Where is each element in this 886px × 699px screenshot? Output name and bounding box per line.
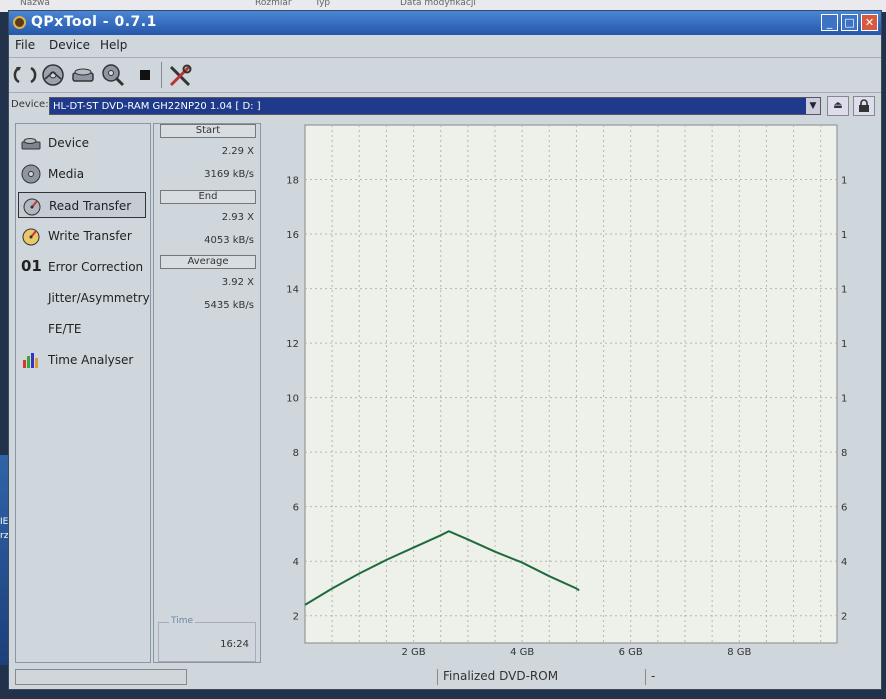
end-speed: 2.93 X [221,212,254,223]
stop-icon[interactable] [133,63,157,87]
lock-icon [859,99,869,112]
end-header: End [160,190,256,204]
y-tick-label-right: 18 [841,176,847,187]
status-extra: - [651,669,656,683]
y-tick-label-left: 18 [286,176,299,187]
sidebar-item-media[interactable]: Media [18,161,146,187]
sidebar-item-label: Device [48,136,90,150]
sidebar-item-device[interactable]: Device [18,130,146,156]
sidebar-item-label: Jitter/Asymmetry [48,291,150,305]
average-speed: 3.92 X [221,277,254,288]
test-sidebar: Device Media Read Transfer Write Transfe… [15,123,151,663]
sidebar-item-label: Media [48,167,85,181]
plot-area [304,124,838,644]
status-separator [645,669,646,685]
end-rate: 4053 kB/s [204,235,254,246]
test-start-icon[interactable] [101,63,125,87]
start-speed: 2.29 X [221,146,254,157]
sidebar-item-write-transfer[interactable]: Write Transfer [18,223,146,249]
chevron-down-icon[interactable]: ▼ [806,98,820,114]
sidebar-item-label: FE/TE [48,322,82,336]
read-transfer-icon [23,198,41,216]
background-column-type: Typ [315,0,331,8]
y-tick-label-right: 2 [841,612,847,623]
write-transfer-icon [22,228,40,246]
sidebar-item-fe-te[interactable]: FE/TE [18,316,146,342]
bar-chart-icon [23,353,38,368]
y-tick-label-left: 10 [286,394,299,405]
device-scan-icon[interactable] [71,63,95,87]
close-button[interactable]: ✕ [861,14,878,31]
maximize-button[interactable]: □ [841,14,858,31]
y-tick-label-left: 6 [293,503,299,514]
y-tick-label-right: 8 [841,448,847,459]
menu-help[interactable]: Help [100,38,127,52]
toolbar [9,57,881,93]
qpxtool-window: QPxTool - 0.7.1 _ □ ✕ File Device Help D… [8,10,882,690]
y-tick-label-right: 12 [841,339,847,350]
y-tick-label-right: 14 [841,285,847,296]
lock-button[interactable] [853,96,875,116]
start-rate: 3169 kB/s [204,169,254,180]
minimize-button[interactable]: _ [821,14,838,31]
media-disc-icon[interactable] [41,63,65,87]
sidebar-item-jitter-asymmetry[interactable]: Jitter/Asymmetry [18,285,150,311]
y-tick-label-left: 8 [293,448,299,459]
y-tick-label-right: 6 [841,503,847,514]
eject-button[interactable]: ⏏ [827,96,849,116]
menu-bar: File Device Help [9,35,881,55]
device-row: Device: HL-DT-ST DVD-RAM GH22NP20 1.04 [… [9,95,881,117]
sidebar-item-label: Write Transfer [48,229,132,243]
y-tick-label-right: 16 [841,230,847,241]
sidebar-item-label: Error Correction [48,260,144,274]
x-tick-label: 8 GB [727,647,751,658]
x-tick-label: 4 GB [510,647,534,658]
device-label: Device: [11,99,49,110]
start-header: Start [160,124,256,138]
status-progress-box [15,669,187,685]
menu-device[interactable]: Device [49,38,90,52]
status-media-type: Finalized DVD-ROM [443,669,559,683]
status-separator [437,669,438,685]
y-tick-label-right: 4 [841,557,847,568]
settings-tools-icon[interactable] [167,63,193,89]
window-title: QPxTool - 0.7.1 [31,14,157,30]
sidebar-item-time-analyser[interactable]: Time Analyser [18,347,146,373]
device-select[interactable]: HL-DT-ST DVD-RAM GH22NP20 1.04 [ D: ] ▼ [49,97,821,115]
read-transfer-graph: 2 2 4 4 6 6 8 8 10 10 12 12 14 14 16 16 18 18 2 GB 4 GB 6 GB… [265,123,854,663]
sidebar-item-read-transfer[interactable]: Read Transfer [18,192,146,218]
average-header: Average [160,255,256,269]
y-tick-label-left: 14 [286,285,299,296]
read-transfer-chart: 2 2 4 4 6 6 8 8 10 10 12 12 14 14 16 16 18 18 2 GB 4 GB 6 GB… [286,124,854,658]
title-bar[interactable]: QPxTool - 0.7.1 _ □ ✕ [9,11,881,35]
background-column-size: Rozmiar [255,0,292,8]
refresh-icon[interactable] [13,63,37,87]
x-tick-label: 6 GB [619,647,643,658]
error-correction-icon: 01 [21,257,42,275]
disc-icon [21,164,41,184]
x-tick-label: 2 GB [401,647,425,658]
drive-icon [21,138,41,150]
time-label: Time [169,616,196,626]
time-value: 16:24 [220,639,249,650]
status-bar: Finalized DVD-ROM - [9,667,881,689]
device-select-value: HL-DT-ST DVD-RAM GH22NP20 1.04 [ D: ] [53,101,261,112]
y-tick-label-right: 10 [841,394,847,405]
background-column-name: Nazwa [20,0,50,8]
sidebar-item-label: Time Analyser [48,353,134,367]
stats-panel: Start 2.29 X 3169 kB/s End 2.93 X 4053 k… [153,123,261,663]
sidebar-item-label: Read Transfer [49,199,132,213]
toolbar-separator [161,62,162,88]
y-tick-label-left: 4 [293,557,299,568]
sidebar-item-error-correction[interactable]: 01 Error Correction [18,254,146,280]
app-logo-icon [13,16,26,29]
background-column-date: Data modyfikacji [400,0,476,8]
y-tick-label-left: 16 [286,230,299,241]
y-tick-label-left: 12 [286,339,299,350]
average-rate: 5435 kB/s [204,300,254,311]
y-tick-label-left: 2 [293,612,299,623]
time-box: Time 16:24 [158,616,256,662]
menu-file[interactable]: File [15,38,35,52]
